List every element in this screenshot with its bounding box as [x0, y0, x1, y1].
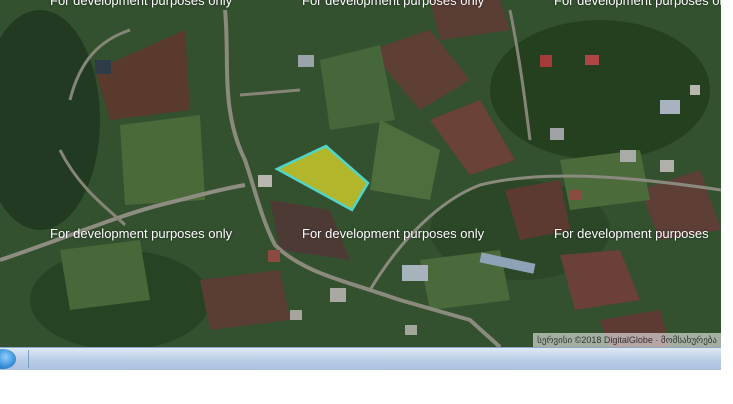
taskbar: [0, 347, 721, 370]
windows-start-orb-icon[interactable]: [0, 349, 16, 369]
watermark: For development purposes: [554, 226, 709, 241]
taskbar-separator: [28, 350, 29, 368]
map-attribution: სერვისი ©2018 DigitalGlobe · მომსახურება: [533, 333, 721, 347]
satellite-imagery: [0, 0, 721, 347]
watermark: For development purposes only: [50, 226, 233, 241]
watermark: For development purposes only: [50, 0, 233, 8]
watermark: For development purposes only: [302, 226, 485, 241]
satellite-map[interactable]: For development purposes only For develo…: [0, 0, 721, 347]
watermark: For development purposes only: [554, 0, 721, 8]
watermark: For development purposes only: [302, 0, 485, 8]
